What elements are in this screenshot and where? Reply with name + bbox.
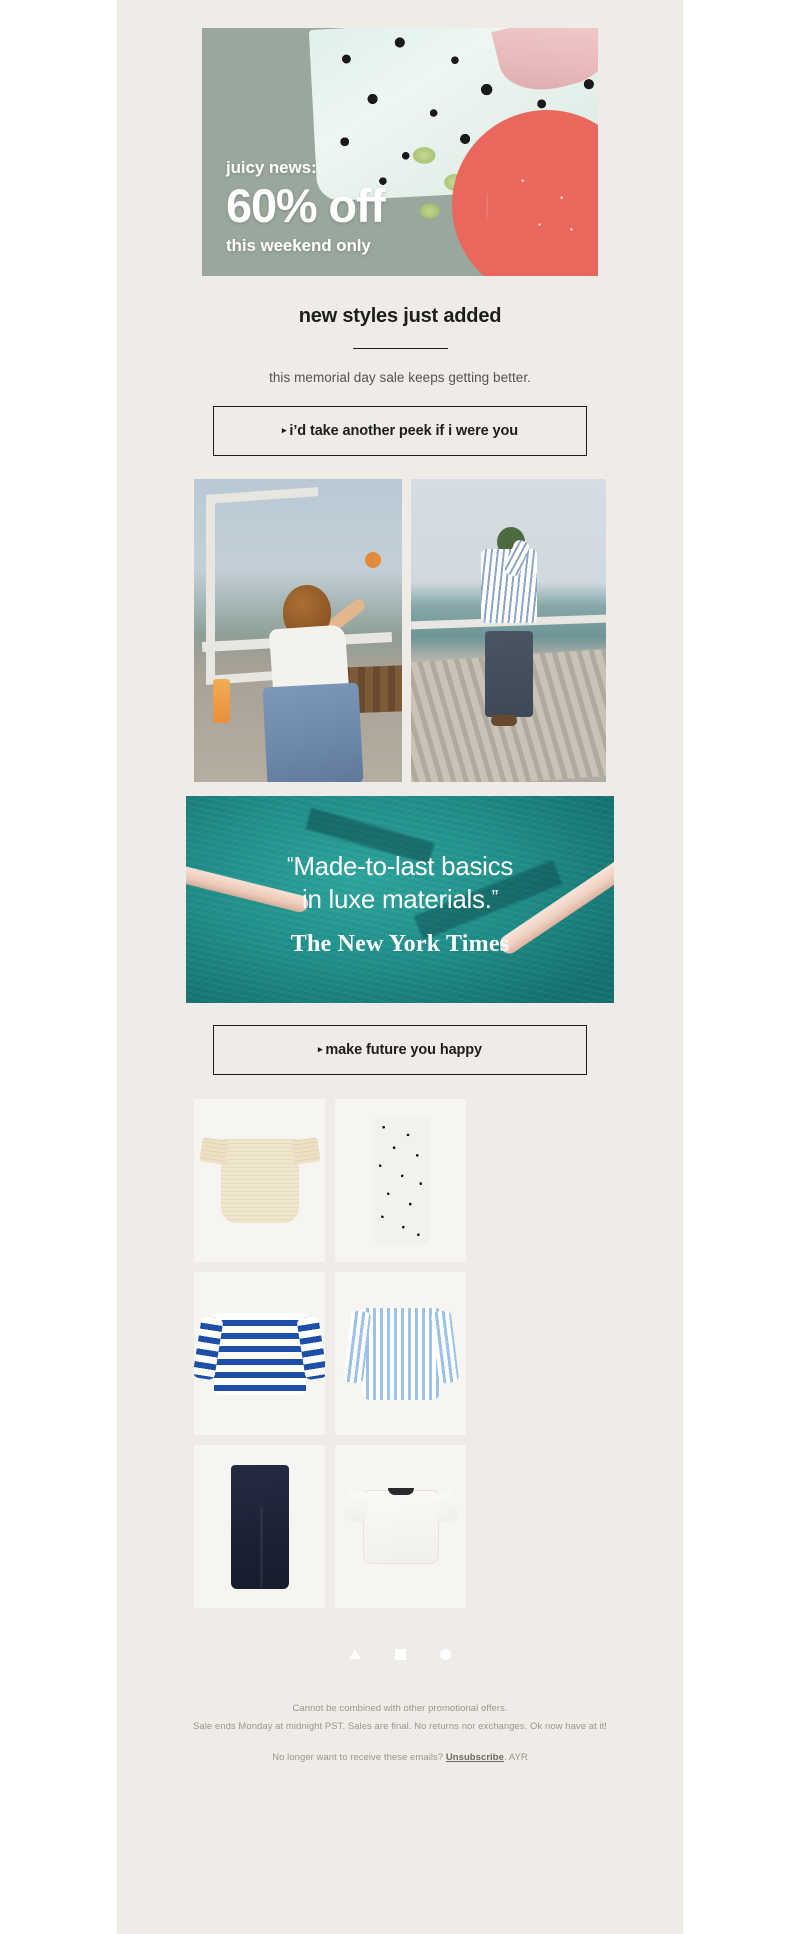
product-tile-indigo-jeans[interactable] xyxy=(194,1445,325,1608)
carousel-circle-icon[interactable] xyxy=(440,1649,451,1660)
hero-text-block: juicy news: 60% off this weekend only xyxy=(226,158,386,256)
hero-eyebrow: juicy news: xyxy=(226,158,317,178)
blue-jeans-shape xyxy=(262,682,364,782)
orange-drink-shape xyxy=(212,678,230,723)
page-title: new styles just added xyxy=(298,305,502,327)
quote-line-2-text: in luxe materials. xyxy=(301,884,492,915)
intro-section: new styles just added this memorial day … xyxy=(117,276,683,385)
lifestyle-image-left[interactable] xyxy=(194,479,402,782)
white-short-sleeve-knit-top-image xyxy=(362,1487,439,1564)
unsubscribe-link[interactable]: Unsubscribe xyxy=(446,1752,504,1763)
blue-striped-long-sleeve-top-image xyxy=(213,1312,306,1395)
carousel-square-icon[interactable] xyxy=(395,1649,406,1660)
secondary-cta-button[interactable]: ▸ make future you happy xyxy=(213,1025,587,1075)
unsubscribe-prefix: No longer want to receive these emails? xyxy=(272,1752,446,1764)
intro-subcopy: this memorial day sale keeps getting bet… xyxy=(269,370,531,385)
play-triangle-icon: ▸ xyxy=(282,425,287,435)
hero-banner[interactable]: juicy news: 60% off this weekend only xyxy=(202,28,598,276)
footer-disclaimer-2: Sale ends Monday at midnight PST. Sales … xyxy=(193,1720,607,1732)
press-quote-banner[interactable]: “Made-to-last basics in luxe materials.”… xyxy=(186,796,614,1003)
brand-suffix: . AYR xyxy=(503,1752,528,1764)
brown-shoe-shape xyxy=(490,715,517,727)
quote-line-1-text: Made-to-last basics xyxy=(293,851,514,881)
boardwalk-scene-photo xyxy=(411,479,606,782)
hero-headline: 60% off xyxy=(226,179,386,233)
email-body: juicy news: 60% off this weekend only ne… xyxy=(117,0,683,1934)
lifestyle-image-pair xyxy=(194,479,606,782)
hero-subheadline: this weekend only xyxy=(226,236,371,255)
close-quote-icon: ” xyxy=(491,887,499,910)
primary-cta-button[interactable]: ▸ i’d take another peek if i were you xyxy=(213,406,587,456)
secondary-cta-label: make future you happy xyxy=(325,1042,483,1058)
collar-detail-shape xyxy=(387,1487,414,1495)
footer: Cannot be combined with other promotiona… xyxy=(117,1660,683,1809)
polka-dot-slip-dress-image xyxy=(371,1116,430,1245)
product-tile-polka-dot-dress[interactable] xyxy=(335,1099,466,1262)
navy-trousers-shape xyxy=(485,630,534,717)
lifestyle-image-right[interactable] xyxy=(411,479,606,782)
footer-disclaimer-1: Cannot be combined with other promotiona… xyxy=(292,1703,508,1714)
product-tile-blue-button-down[interactable] xyxy=(335,1272,466,1435)
beach-scene-photo xyxy=(194,479,402,782)
dark-indigo-straight-jeans-image xyxy=(230,1464,289,1589)
product-tile-striped-top[interactable] xyxy=(194,1272,325,1435)
product-grid xyxy=(194,1099,606,1608)
primary-cta-label: i’d take another peek if i were you xyxy=(289,423,518,439)
quote-line-2: in luxe materials.” xyxy=(186,883,614,916)
email-page: juicy news: 60% off this weekend only ne… xyxy=(0,0,800,1934)
new-york-times-logo: The New York Times xyxy=(290,930,510,957)
play-triangle-icon: ▸ xyxy=(317,1044,323,1054)
footer-unsubscribe-line: No longer want to receive these emails? … xyxy=(147,1749,653,1767)
light-blue-striped-button-down-image xyxy=(361,1307,440,1400)
cream-short-sleeve-shirt-image xyxy=(220,1138,299,1223)
quote-line-1: “Made-to-last basics xyxy=(186,850,614,883)
carousel-indicators xyxy=(117,1649,683,1660)
product-tile-white-knit-top[interactable] xyxy=(335,1445,466,1608)
product-tile-cream-shirt[interactable] xyxy=(194,1099,325,1262)
orange-ball-shape xyxy=(364,551,381,568)
divider-rule xyxy=(352,348,448,349)
quote-text-block: “Made-to-last basics in luxe materials.”… xyxy=(186,850,614,958)
carousel-triangle-icon[interactable] xyxy=(349,1649,361,1659)
